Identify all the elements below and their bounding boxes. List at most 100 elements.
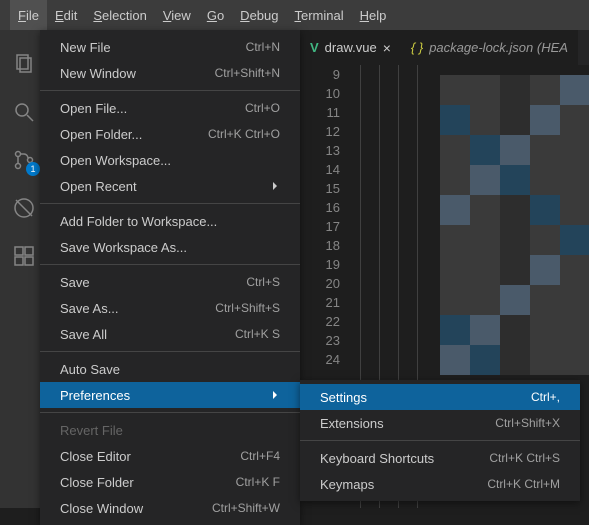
submenu-row-keymaps[interactable]: Keymaps Ctrl+K Ctrl+M xyxy=(300,471,580,497)
menu-label: Save Workspace As... xyxy=(60,240,187,255)
menu-row-add-folder-to-workspace[interactable]: Add Folder to Workspace... xyxy=(40,208,300,234)
file-dropdown: New File Ctrl+N New Window Ctrl+Shift+N Open… xyxy=(40,30,300,525)
menu-row-close-folder[interactable]: Close Folder Ctrl+K F xyxy=(40,469,300,495)
menu-label: Save As... xyxy=(60,301,119,316)
editor-tabs: V draw.vue × { } package-lock.json (HEA xyxy=(300,30,589,65)
menu-row-preferences[interactable]: Preferences xyxy=(40,382,300,408)
chevron-right-icon xyxy=(270,388,280,403)
menu-label: Extensions xyxy=(320,416,384,431)
menu-row-open-workspace[interactable]: Open Workspace... xyxy=(40,147,300,173)
line-number: 10 xyxy=(300,84,340,103)
submenu-row-keyboard-shortcuts[interactable]: Keyboard Shortcuts Ctrl+K Ctrl+S xyxy=(300,445,580,471)
menu-row-new-file[interactable]: New File Ctrl+N xyxy=(40,34,300,60)
line-number: 21 xyxy=(300,293,340,312)
menu-label: Open Folder... xyxy=(60,127,142,142)
tab-label: package-lock.json (HEA xyxy=(429,40,568,55)
line-number: 11 xyxy=(300,103,340,122)
menu-label: Auto Save xyxy=(60,362,120,377)
shortcut: Ctrl+Shift+X xyxy=(495,416,560,430)
menu-row-save-as[interactable]: Save As... Ctrl+Shift+S xyxy=(40,295,300,321)
line-number: 12 xyxy=(300,122,340,141)
menu-separator xyxy=(40,203,300,204)
shortcut: Ctrl+S xyxy=(246,275,280,289)
scm-badge: 1 xyxy=(26,162,40,176)
menu-label: Close Folder xyxy=(60,475,134,490)
menubar: File Edit Selection View Go Debug Termin… xyxy=(0,0,589,30)
close-icon[interactable]: × xyxy=(383,40,391,56)
menu-go[interactable]: Go xyxy=(199,0,232,30)
menu-row-save[interactable]: Save Ctrl+S xyxy=(40,269,300,295)
menu-label: New File xyxy=(60,40,111,55)
menu-row-open-recent[interactable]: Open Recent xyxy=(40,173,300,199)
menu-edit[interactable]: Edit xyxy=(47,0,85,30)
menu-row-close-window[interactable]: Close Window Ctrl+Shift+W xyxy=(40,495,300,521)
shortcut: Ctrl+Shift+S xyxy=(215,301,280,315)
shortcut: Ctrl+K F xyxy=(236,475,280,489)
menu-separator xyxy=(300,440,580,441)
tab-draw-vue[interactable]: V draw.vue × xyxy=(300,30,401,65)
line-number: 22 xyxy=(300,312,340,331)
shortcut: Ctrl+K Ctrl+S xyxy=(489,451,560,465)
vue-icon: V xyxy=(310,40,319,55)
line-number: 17 xyxy=(300,217,340,236)
menu-label: Keymaps xyxy=(320,477,374,492)
menu-label: Open Workspace... xyxy=(60,153,171,168)
line-number: 24 xyxy=(300,350,340,369)
shortcut: Ctrl+N xyxy=(246,40,280,54)
menu-file[interactable]: File xyxy=(10,0,47,30)
menu-label: Add Folder to Workspace... xyxy=(60,214,217,229)
menu-row-open-folder[interactable]: Open Folder... Ctrl+K Ctrl+O xyxy=(40,121,300,147)
shortcut: Ctrl+, xyxy=(531,390,560,404)
menu-row-close-editor[interactable]: Close Editor Ctrl+F4 xyxy=(40,443,300,469)
menu-help[interactable]: Help xyxy=(352,0,395,30)
line-number: 13 xyxy=(300,141,340,160)
menu-label: Settings xyxy=(320,390,367,405)
menu-label: Preferences xyxy=(60,388,130,403)
line-number: 23 xyxy=(300,331,340,350)
tab-label: draw.vue xyxy=(325,40,377,55)
menu-label: Revert File xyxy=(60,423,123,438)
shortcut: Ctrl+F4 xyxy=(240,449,280,463)
submenu-row-extensions[interactable]: Extensions Ctrl+Shift+X xyxy=(300,410,580,436)
menu-separator xyxy=(40,264,300,265)
submenu-row-settings[interactable]: Settings Ctrl+, xyxy=(300,384,580,410)
menu-selection[interactable]: Selection xyxy=(85,0,154,30)
menu-separator xyxy=(40,412,300,413)
menu-row-revert-file: Revert File xyxy=(40,417,300,443)
tab-package-lock[interactable]: { } package-lock.json (HEA xyxy=(401,30,578,65)
chevron-right-icon xyxy=(270,179,280,194)
menu-view[interactable]: View xyxy=(155,0,199,30)
line-number: 14 xyxy=(300,160,340,179)
shortcut: Ctrl+K Ctrl+M xyxy=(487,477,560,491)
menu-row-save-all[interactable]: Save All Ctrl+K S xyxy=(40,321,300,347)
menu-terminal[interactable]: Terminal xyxy=(286,0,351,30)
line-number: 16 xyxy=(300,198,340,217)
menu-label: Save All xyxy=(60,327,107,342)
line-number: 19 xyxy=(300,255,340,274)
menu-label: Open Recent xyxy=(60,179,137,194)
menu-row-save-workspace-as[interactable]: Save Workspace As... xyxy=(40,234,300,260)
shortcut: Ctrl+K S xyxy=(235,327,280,341)
shortcut: Ctrl+O xyxy=(245,101,280,115)
json-icon: { } xyxy=(411,40,423,55)
line-number: 20 xyxy=(300,274,340,293)
menu-label: New Window xyxy=(60,66,136,81)
menu-label: Close Editor xyxy=(60,449,131,464)
line-gutter: 9101112131415161718192021222324 xyxy=(300,65,360,369)
menu-separator xyxy=(40,351,300,352)
menu-label: Save xyxy=(60,275,90,290)
line-number: 18 xyxy=(300,236,340,255)
menu-label: Open File... xyxy=(60,101,127,116)
shortcut: Ctrl+Shift+W xyxy=(212,501,280,515)
menu-debug[interactable]: Debug xyxy=(232,0,286,30)
obscured-content xyxy=(440,75,589,375)
menu-row-new-window[interactable]: New Window Ctrl+Shift+N xyxy=(40,60,300,86)
menu-label: Close Window xyxy=(60,501,143,516)
line-number: 15 xyxy=(300,179,340,198)
shortcut: Ctrl+Shift+N xyxy=(215,66,280,80)
shortcut: Ctrl+K Ctrl+O xyxy=(208,127,280,141)
menu-row-open-file[interactable]: Open File... Ctrl+O xyxy=(40,95,300,121)
menu-label: Keyboard Shortcuts xyxy=(320,451,434,466)
menu-row-auto-save[interactable]: Auto Save xyxy=(40,356,300,382)
menu-separator xyxy=(40,90,300,91)
